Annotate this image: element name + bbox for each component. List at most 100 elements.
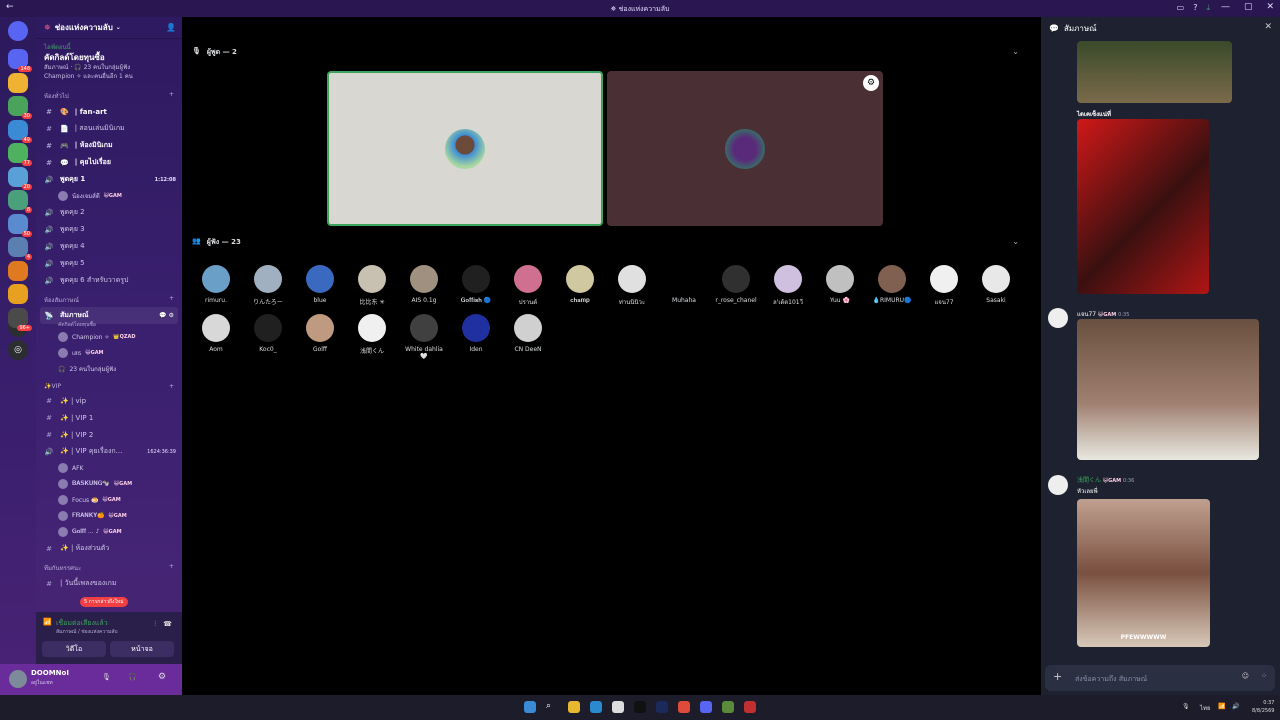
voice-member[interactable]: 𝐆𝐨𝐥𝐟𝐟 ... ♪ 😺GAM	[36, 524, 182, 540]
listener-card[interactable]: rimuru.	[193, 265, 239, 304]
text-channel[interactable]: # 💬 | คุยไปเรื่อย	[36, 154, 182, 171]
chat-gif[interactable]	[1077, 319, 1259, 460]
add-channel-icon[interactable]: +	[169, 295, 174, 305]
category-stage[interactable]: ห้องสัมภาษณ์ +	[36, 289, 182, 307]
video-button[interactable]: วิดีโอ	[42, 641, 106, 657]
server-icon[interactable]: 148	[8, 49, 32, 72]
listener-card[interactable]: White dahlia 🤍	[401, 314, 447, 360]
voice-member[interactable]: Focus 🍮 😺GAM	[36, 492, 182, 508]
direct-messages-icon[interactable]	[8, 21, 28, 41]
server-icon[interactable]: 8	[8, 190, 32, 213]
screen-share-button[interactable]: หน้าจอ	[110, 641, 174, 657]
stage-tools-icon[interactable]: 💬 ⚙	[159, 312, 174, 319]
listener-card[interactable]: blue	[297, 265, 343, 304]
listener-card[interactable]: Yuu 🌸	[817, 265, 863, 304]
photoshop-icon[interactable]	[656, 701, 668, 713]
tiktok-icon[interactable]	[634, 701, 646, 713]
listener-card[interactable]: Koc0_	[245, 314, 291, 353]
server-icon[interactable]: 4	[8, 237, 32, 260]
listener-card[interactable]: 浅間くん	[349, 314, 395, 355]
add-attachment-icon[interactable]: +	[1053, 670, 1062, 683]
listener-card[interactable]: 比比东 ✳	[349, 265, 395, 306]
listener-card[interactable]: r_rose_chanel	[713, 265, 759, 304]
server-icon[interactable]	[8, 260, 28, 281]
noise-suppression-icon[interactable]: ⫶	[154, 620, 156, 629]
server-icon[interactable]: 96+	[8, 307, 32, 331]
avatar[interactable]	[9, 670, 27, 688]
add-channel-icon[interactable]: +	[169, 91, 174, 101]
discord-icon[interactable]	[700, 701, 712, 713]
vip-channel[interactable]: # ✨ | vip	[36, 392, 182, 409]
microphone-icon[interactable]: 🎙	[1182, 703, 1190, 710]
speaker-tile[interactable]	[327, 71, 603, 226]
speaker-tile[interactable]: ⚙	[607, 71, 883, 226]
text-channel[interactable]: # 📄 | สอนเล่นมินิเกม	[36, 120, 182, 137]
edge-icon[interactable]	[590, 701, 602, 713]
message-input[interactable]: + ส่งข้อความถึง สัมภาษณ์ ☺ ⁘	[1045, 665, 1275, 691]
server-icon[interactable]: 20	[8, 166, 32, 190]
chevron-down-icon[interactable]: ⌄	[1012, 47, 1019, 56]
apps-icon[interactable]: ⁘	[1261, 672, 1267, 680]
start-icon[interactable]	[524, 701, 536, 713]
voice-channel[interactable]: 🔊 พูดคุย 6 สำหรับวาดรูป	[36, 272, 182, 289]
settings-icon[interactable]: ⚙	[863, 75, 879, 91]
voice-channel[interactable]: 🔊 พูดคุย 4	[36, 238, 182, 255]
category-vip[interactable]: ✨VIP +	[36, 377, 182, 392]
listener-card[interactable]: 𝐆𝐨𝐟𝐟𝐢𝐬𝐡 🔵	[453, 265, 499, 305]
chat-image[interactable]	[1077, 119, 1209, 294]
settings-gear-icon[interactable]: ⚙	[158, 672, 166, 682]
chrome-icon[interactable]	[678, 701, 690, 713]
voice-member[interactable]: น้องเจมส์ดี 😺GAM	[36, 188, 182, 204]
voice-channel-1[interactable]: 🔊 พูดคุย 1 1:12:08	[36, 171, 182, 188]
listener-card[interactable]: ล'เด้ต101วี	[765, 265, 811, 307]
stage-member[interactable]: เสธ 😺GAM	[36, 345, 182, 361]
server-icon[interactable]	[8, 72, 28, 93]
wifi-icon[interactable]: 📶	[1218, 703, 1225, 710]
store-icon[interactable]	[612, 701, 624, 713]
server-icon[interactable]: 30	[8, 96, 32, 119]
listener-card[interactable]: ปรานต์	[505, 265, 551, 307]
listener-card[interactable]: Golff	[297, 314, 343, 353]
message-author[interactable]: 浅間くん 😺GAM 0:36	[1077, 475, 1134, 484]
search-icon[interactable]: ⌕	[546, 701, 558, 713]
private-channel[interactable]: # ✨ | ห้องส่วนตัว	[36, 540, 182, 557]
avatar[interactable]	[1048, 308, 1068, 328]
server-header[interactable]: ✵ ช่องแห่งความลับ ⌄ 👤	[36, 17, 182, 39]
app-icon[interactable]	[722, 701, 734, 713]
add-channel-icon[interactable]: +	[169, 563, 174, 573]
server-icon[interactable]: 50	[8, 213, 32, 237]
voice-channel[interactable]: 🔊 พูดคุย 5	[36, 255, 182, 272]
add-channel-icon[interactable]: +	[169, 383, 174, 390]
server-icon[interactable]: 77	[8, 143, 32, 166]
maximize-button[interactable]: ▢	[1244, 2, 1253, 12]
vip-voice-channel[interactable]: 🔊 ✨ | VIP คุยเรื่องก... 1624:36:39	[36, 443, 182, 460]
listener-card[interactable]: AIS 0.1g	[401, 265, 447, 304]
voice-channel[interactable]: 🔊 พูดคุย 2	[36, 204, 182, 221]
close-window-button[interactable]: ✕	[1266, 2, 1274, 12]
clock[interactable]: 0:37 8/8/2569	[1252, 699, 1274, 715]
voice-member[interactable]: 𝐅𝐑𝐀𝐍𝐊𝐘🍊 😺GAM	[36, 508, 182, 524]
inbox-icon[interactable]: ▭	[1177, 3, 1185, 13]
emoji-icon[interactable]: ☺	[1242, 672, 1249, 680]
listener-card[interactable]: Muhaha	[661, 265, 707, 304]
volume-icon[interactable]: 🔊	[1232, 703, 1239, 710]
explore-icon[interactable]: ◎	[8, 340, 28, 360]
text-channel[interactable]: # 🎮 | ห้องมินิเกม	[36, 137, 182, 154]
stage-member[interactable]: Champion ✧ 👑QZAD	[36, 329, 182, 345]
close-icon[interactable]: ✕	[1264, 22, 1272, 32]
vip-channel[interactable]: # ✨ | VIP 1	[36, 409, 182, 426]
app-icon[interactable]	[744, 701, 756, 713]
listener-card[interactable]: CN DeeN	[505, 314, 551, 353]
category-team[interactable]: ทีมกันทรรศนะ +	[36, 557, 182, 575]
chevron-down-icon[interactable]: ⌄	[1012, 237, 1019, 246]
file-explorer-icon[interactable]	[568, 701, 580, 713]
listener-card[interactable]: りんたろー	[245, 265, 291, 306]
microphone-icon[interactable]: 🎙	[102, 673, 111, 681]
text-channel[interactable]: # 🎨 | fan-art	[36, 103, 182, 120]
help-icon[interactable]: ?	[1193, 3, 1197, 13]
voice-location[interactable]: สัมภาษณ์ / ช่องแห่งความลับ	[56, 628, 118, 636]
new-mentions-pill[interactable]: 5 การกล่าวถึงใหม่	[80, 597, 128, 607]
vip-channel[interactable]: # ✨ | VIP 2	[36, 426, 182, 443]
category-general[interactable]: ห้องทั่วไป +	[36, 85, 182, 103]
avatar[interactable]	[1048, 475, 1068, 495]
